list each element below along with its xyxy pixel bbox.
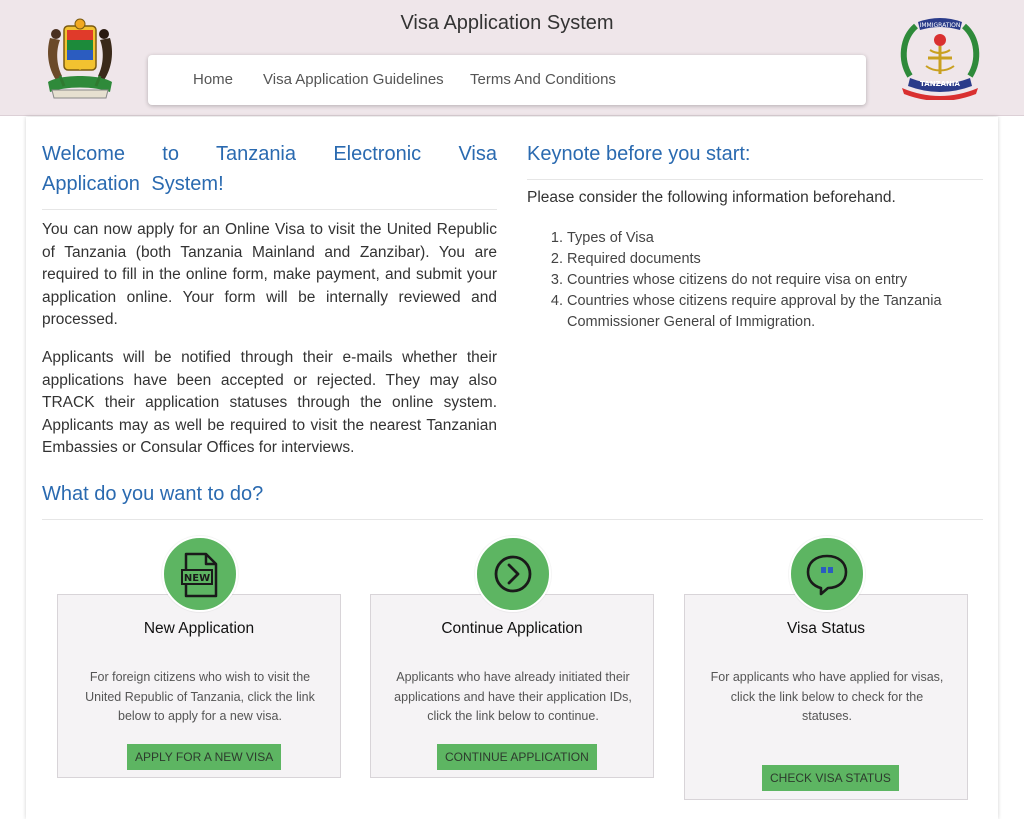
continue-application-button[interactable]: CONTINUE APPLICATION <box>437 744 597 770</box>
keynote-list: Types of Visa Required documents Countri… <box>551 228 971 333</box>
welcome-paragraph-1: You can now apply for an Online Visa to … <box>42 221 497 329</box>
card-description: For foreign citizens who wish to visit t… <box>85 670 315 723</box>
card-description: For applicants who have applied for visa… <box>710 670 944 723</box>
keynote-item-types-of-visa[interactable]: Types of Visa <box>567 228 971 249</box>
immigration-emblem-logo[interactable]: IMMIGRATION TANZANIA <box>896 16 984 101</box>
card-title: Visa Status <box>786 620 866 637</box>
divider <box>42 519 983 520</box>
keynote-title: Keynote before you start: <box>527 143 751 165</box>
keynote-item-visa-exempt-countries[interactable]: Countries whose citizens do not require … <box>567 270 971 291</box>
divider <box>527 179 983 180</box>
main-content: Welcome to Tanzania Electronic Visa Appl… <box>26 117 998 819</box>
check-visa-status-button[interactable]: CHECK VISA STATUS <box>762 765 899 791</box>
chat-bubble-icon <box>789 536 865 612</box>
keynote-item-required-documents[interactable]: Required documents <box>567 249 971 270</box>
emblem-text-top: IMMIGRATION <box>920 22 961 29</box>
nav-terms-conditions-link[interactable]: Terms And Conditions <box>470 71 616 88</box>
main-navbar: Home Visa Application Guidelines Terms A… <box>148 55 866 105</box>
continue-application-card: Continue Application Applicants who have… <box>370 536 654 778</box>
actions-title: What do you want to do? <box>42 483 264 505</box>
arrow-circle-right-icon <box>475 536 551 612</box>
new-application-card: NEW New Application For foreign citizens… <box>57 536 341 778</box>
welcome-paragraph-2: Applicants will be notified through thei… <box>42 349 497 457</box>
divider <box>42 209 497 210</box>
card-title: New Application <box>143 620 255 637</box>
card-title: Continue Application <box>441 620 583 637</box>
new-document-icon: NEW <box>162 536 238 612</box>
visa-status-card: Visa Status For applicants who have appl… <box>684 536 968 800</box>
apply-new-visa-button[interactable]: APPLY FOR A NEW VISA <box>127 744 282 770</box>
emblem-text-bottom: TANZANIA <box>920 80 960 88</box>
nav-visa-guidelines-link[interactable]: Visa Application Guidelines <box>263 71 444 88</box>
keynote-item-approval-required-countries[interactable]: Countries whose citizens require approva… <box>567 291 971 333</box>
welcome-title: Welcome to Tanzania Electronic Visa Appl… <box>42 143 497 195</box>
new-icon-label: NEW <box>184 573 210 584</box>
site-title: Visa Application System <box>400 12 614 34</box>
nav-home-link[interactable]: Home <box>193 71 233 88</box>
page-header: Visa Application System Home Visa Applic… <box>0 0 1024 116</box>
card-description: Applicants who have already initiated th… <box>394 670 632 723</box>
keynote-intro: Please consider the following informatio… <box>527 189 896 206</box>
